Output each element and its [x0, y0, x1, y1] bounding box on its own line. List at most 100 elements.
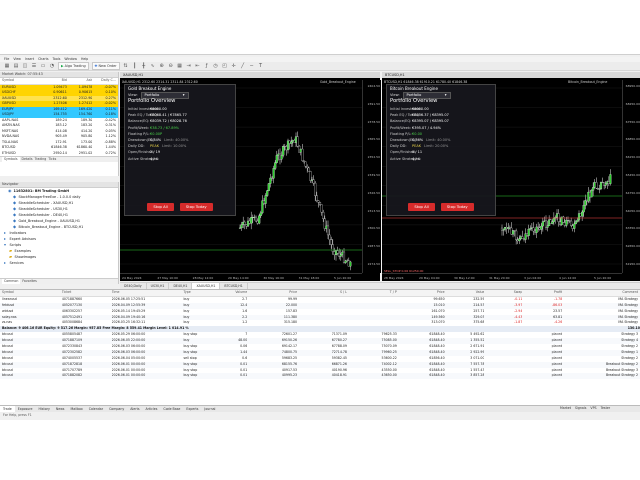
- chart-shift-icon[interactable]: ⇤: [195, 63, 201, 69]
- col-symbol[interactable]: Symbol: [0, 78, 41, 84]
- bitcoin-engine-header: Bitcoin Breakout Engine View: Portfolio …: [387, 85, 495, 99]
- trade-column-header[interactable]: Price: [247, 290, 297, 296]
- tab-ticks[interactable]: Ticks: [48, 157, 56, 162]
- auto-scroll-icon[interactable]: ⇥: [186, 63, 192, 69]
- text-tool-icon[interactable]: T: [258, 63, 264, 69]
- algo-trading-button[interactable]: ▶ Algo Trading: [58, 62, 89, 70]
- bar-chart-icon[interactable]: ┃: [132, 63, 138, 69]
- candle-body: [322, 211, 325, 219]
- trade-column-header[interactable]: Ticket: [62, 290, 112, 296]
- tab-trading[interactable]: Trading: [35, 157, 47, 162]
- time-tick-label: 28 May 2024: [384, 275, 404, 280]
- navigator-services[interactable]: ▸ Services: [0, 260, 118, 266]
- price-tick-label: 64050.00: [625, 208, 640, 213]
- letterbox-bottom: [0, 420, 640, 480]
- price-tick-label: 2326.50: [367, 190, 380, 195]
- price-tick-label: 66150.00: [625, 155, 640, 160]
- side-tab[interactable]: VPS: [590, 405, 596, 411]
- new-chart-icon[interactable]: ▦: [4, 63, 10, 69]
- letterbox-top: [0, 0, 640, 54]
- trade-column-header[interactable]: Type: [183, 290, 213, 296]
- candle-body: [604, 183, 607, 186]
- price-tick-label: 2352.50: [367, 155, 380, 160]
- col-daily-change[interactable]: Daily C...: [92, 78, 118, 84]
- buy-sell-icon[interactable]: ⇅: [123, 63, 129, 69]
- market-watch-icon[interactable]: ◫: [22, 63, 28, 69]
- toolbox-trade: Symbol Ticket Time Type Volume Price S / LT / …: [0, 289, 640, 416]
- indicators-icon[interactable]: ƒ: [204, 63, 210, 69]
- stop-all-button[interactable]: Stop All: [408, 203, 435, 211]
- stop-all-button[interactable]: Stop All: [147, 203, 174, 211]
- candle-body: [301, 148, 304, 162]
- col-bid[interactable]: Bid: [41, 78, 67, 84]
- folder-icon: ▸: [4, 260, 7, 265]
- trade-column-header[interactable]: Profit: [522, 290, 562, 296]
- trade-cell-swap: [484, 373, 522, 379]
- stop-today-button[interactable]: Stop Today: [440, 203, 474, 211]
- bitcoin-engine-title: Bitcoin Breakout Engine: [390, 86, 438, 91]
- folder-icon: ▸: [4, 230, 7, 235]
- candle-body: [280, 155, 283, 160]
- trade-cell-type: buy stop: [183, 373, 198, 378]
- templates-icon[interactable]: ◰: [222, 63, 228, 69]
- time-tick-label: 31 May 18:00: [298, 275, 320, 280]
- trade-cell-cur: 61848.40: [429, 373, 445, 378]
- crosshair-icon[interactable]: ✛: [231, 63, 237, 69]
- gold-portfolio-title: Portfolio Overview: [128, 98, 176, 104]
- candle-body: [330, 239, 333, 245]
- trendline-icon[interactable]: ╱: [240, 63, 246, 69]
- pending-order-row[interactable]: btcusd 4071882082 2026.06.01 00:00:00 buy s…: [0, 373, 640, 380]
- profiles-icon[interactable]: ▤: [13, 63, 19, 69]
- strategy-tester-icon[interactable]: ◔: [49, 63, 55, 69]
- trade-column-header[interactable]: Price: [397, 290, 445, 296]
- tile-windows-icon[interactable]: ▦: [177, 63, 183, 69]
- price-tick-label: 2274.50: [367, 262, 380, 266]
- candle-body: [599, 181, 603, 190]
- time-tick-label: 28 May 12:00: [192, 275, 214, 280]
- hline-icon[interactable]: ─: [249, 63, 255, 69]
- candle-body: [552, 218, 555, 222]
- trade-column-header[interactable]: S / L: [297, 290, 347, 296]
- tab-common[interactable]: Common: [2, 279, 21, 284]
- periods-icon[interactable]: ◷: [213, 63, 219, 69]
- price-tick-label: 66850.00: [625, 137, 640, 142]
- candle-body: [274, 162, 277, 169]
- tab-symbols[interactable]: Symbols: [2, 157, 20, 162]
- market-watch-row[interactable]: ETHUSD 2950.14 2951.02 0.72%: [0, 150, 118, 156]
- price-tick-label: 2300.50: [367, 226, 380, 231]
- trade-column-header[interactable]: Value: [445, 290, 485, 296]
- portfolio-row-limit: Limit: 20.00%: [424, 144, 449, 149]
- trade-column-header[interactable]: Swap: [484, 290, 523, 296]
- side-tab[interactable]: Tester: [601, 405, 611, 411]
- time-tick-label: 27 May 10:00: [157, 275, 178, 280]
- trade-column-header[interactable]: Comment: [562, 290, 640, 296]
- expert-icon: ◆: [13, 218, 17, 223]
- line-chart-icon[interactable]: ∿: [150, 63, 156, 69]
- folder-icon: ▸: [4, 236, 7, 241]
- trade-cell-sl: 40418.91: [331, 373, 347, 378]
- price-tick-label: 68250.00: [625, 101, 640, 106]
- stop-today-button[interactable]: Stop Today: [179, 203, 213, 211]
- col-ask[interactable]: Ask: [67, 78, 93, 84]
- terminal-icon[interactable]: ▭: [40, 63, 46, 69]
- candle-body: [574, 221, 577, 225]
- market-watch-bid: 2950.14: [53, 150, 67, 155]
- zoom-in-icon[interactable]: ⊕: [159, 63, 165, 69]
- candle-body: [339, 254, 342, 257]
- candlestick-icon[interactable]: ╂: [141, 63, 147, 69]
- side-tab[interactable]: Market: [560, 405, 571, 411]
- chart-btcusd-price-axis: 68950.00 68250.00 67550.00 66850.00 66150.00…: [622, 80, 640, 273]
- tab-favorites[interactable]: Favorites: [22, 279, 36, 284]
- trade-cell-time: 2026.06.01 00:00:00: [111, 373, 146, 378]
- navigator-icon[interactable]: ☰: [31, 63, 37, 69]
- trade-column-header[interactable]: Volume: [213, 290, 247, 296]
- trade-column-header[interactable]: Time: [112, 290, 184, 296]
- trade-column-header[interactable]: T / P: [347, 290, 397, 296]
- trade-column-header[interactable]: Symbol: [0, 290, 62, 296]
- side-tab[interactable]: Signals: [575, 405, 586, 411]
- new-order-button[interactable]: ✚ New Order: [91, 62, 120, 70]
- price-tick-label: 2339.50: [367, 173, 380, 177]
- candle-body: [331, 244, 334, 252]
- zoom-out-icon[interactable]: ⊖: [168, 63, 174, 69]
- tab-details[interactable]: Details: [22, 157, 33, 162]
